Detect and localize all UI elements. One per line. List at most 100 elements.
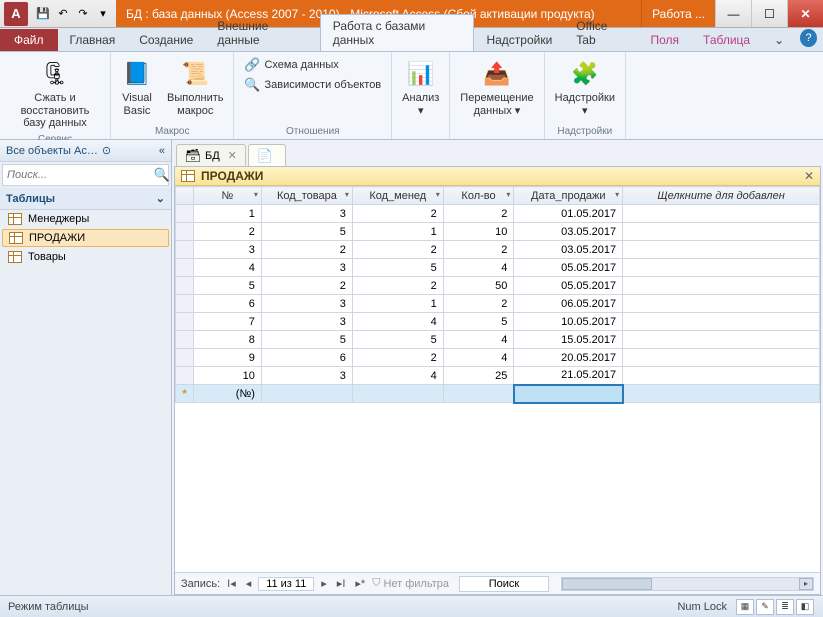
new-row[interactable]: *(№) (176, 385, 820, 403)
layout-view-button[interactable]: ◧ (796, 599, 814, 615)
record-position-input[interactable] (258, 577, 314, 591)
cell[interactable]: 1 (352, 295, 443, 313)
filter-indicator[interactable]: ⛉ Нет фильтра (372, 577, 449, 590)
cell[interactable]: 7 (193, 313, 261, 331)
app-logo[interactable]: A (4, 2, 28, 26)
cell[interactable]: 9 (193, 349, 261, 367)
close-icon[interactable]: ✕ (228, 149, 237, 162)
cell[interactable] (623, 385, 820, 403)
cell[interactable] (352, 385, 443, 403)
cell[interactable]: 4 (193, 259, 261, 277)
help-icon[interactable]: ? (800, 29, 817, 47)
row-selector[interactable] (176, 205, 194, 223)
cell[interactable]: 3 (261, 205, 352, 223)
next-record-button[interactable]: ▸ (318, 577, 330, 590)
cell[interactable]: 2 (261, 277, 352, 295)
cell[interactable]: 03.05.2017 (514, 241, 623, 259)
compact-button[interactable]: 🗜Сжать и восстановитьбазу данных (8, 56, 102, 132)
cell[interactable]: 5 (193, 277, 261, 295)
new-record-button[interactable]: ▸* (352, 577, 368, 590)
cell[interactable]: 3 (193, 241, 261, 259)
cell[interactable] (623, 223, 820, 241)
scroll-thumb[interactable] (562, 578, 652, 590)
addins-button[interactable]: 🧩Надстройки▾ (553, 56, 617, 119)
cell[interactable]: 2 (261, 241, 352, 259)
column-header[interactable]: Код_товара▾ (261, 187, 352, 205)
cell[interactable]: 5 (261, 331, 352, 349)
cell[interactable]: 2 (352, 241, 443, 259)
row-selector[interactable] (176, 223, 194, 241)
cell[interactable]: 4 (443, 349, 514, 367)
cell[interactable] (623, 205, 820, 223)
ribbon-collapse-icon[interactable]: ⌄ (762, 29, 796, 51)
redo-icon[interactable]: ↷ (74, 5, 92, 23)
cell[interactable]: 8 (193, 331, 261, 349)
table-row[interactable]: 322203.05.2017 (176, 241, 820, 259)
cell[interactable]: 50 (443, 277, 514, 295)
schema-button[interactable]: 🔗Схема данных (242, 56, 340, 74)
nav-table-item[interactable]: ПРОДАЖИ (2, 229, 169, 247)
document-tab[interactable]: 🗃БД✕ (176, 144, 246, 167)
cell[interactable]: 4 (443, 259, 514, 277)
chevron-left-icon[interactable]: « (159, 145, 165, 157)
cell[interactable]: 5 (261, 223, 352, 241)
cell[interactable]: 6 (193, 295, 261, 313)
cell[interactable]: 25 (443, 367, 514, 385)
collapse-icon[interactable]: ⌄ (156, 192, 165, 205)
deps-button[interactable]: 🔍Зависимости объектов (242, 76, 383, 94)
row-selector[interactable] (176, 295, 194, 313)
column-dropdown-icon[interactable]: ▾ (254, 190, 258, 199)
save-icon[interactable]: 💾 (34, 5, 52, 23)
cell[interactable]: 3 (261, 259, 352, 277)
design-view-button[interactable]: ✎ (756, 599, 774, 615)
cell[interactable]: 3 (261, 313, 352, 331)
table-row[interactable]: 5225005.05.2017 (176, 277, 820, 295)
maximize-button[interactable]: ☐ (751, 0, 787, 27)
column-dropdown-icon[interactable]: ▾ (506, 190, 510, 199)
cell[interactable]: 05.05.2017 (514, 259, 623, 277)
cell[interactable]: 1 (352, 223, 443, 241)
cell[interactable] (261, 385, 352, 403)
nav-table-item[interactable]: Менеджеры (0, 210, 171, 228)
sql-view-button[interactable]: ≣ (776, 599, 794, 615)
cell[interactable] (623, 241, 820, 259)
table-row[interactable]: 435405.05.2017 (176, 259, 820, 277)
cell[interactable]: 10 (193, 367, 261, 385)
cell[interactable]: 2 (193, 223, 261, 241)
column-header[interactable]: Код_менед▾ (352, 187, 443, 205)
cell[interactable] (623, 349, 820, 367)
qat-dropdown-icon[interactable]: ▾ (94, 5, 112, 23)
cell[interactable]: 2 (443, 295, 514, 313)
cell[interactable]: 2 (443, 205, 514, 223)
cell[interactable]: 1 (193, 205, 261, 223)
cell[interactable]: 5 (443, 313, 514, 331)
column-dropdown-icon[interactable]: ▾ (615, 190, 619, 199)
table-row[interactable]: 631206.05.2017 (176, 295, 820, 313)
select-all-cell[interactable] (176, 187, 194, 205)
cell[interactable]: 03.05.2017 (514, 223, 623, 241)
cell[interactable] (443, 385, 514, 403)
cell[interactable] (623, 295, 820, 313)
cell[interactable]: 21.05.2017 (514, 367, 623, 385)
ribbon-tab[interactable]: Надстройки (474, 29, 564, 51)
horizontal-scrollbar[interactable]: ◂ ▸ (561, 577, 814, 591)
column-header[interactable]: №▾ (193, 187, 261, 205)
search-icon[interactable]: 🔍 (154, 167, 170, 183)
scroll-right-icon[interactable]: ▸ (799, 578, 813, 590)
prev-record-button[interactable]: ◂ (243, 577, 255, 590)
cell[interactable]: 01.05.2017 (514, 205, 623, 223)
vb-button[interactable]: 📘VisualBasic (119, 56, 155, 119)
cell[interactable]: 06.05.2017 (514, 295, 623, 313)
document-tab[interactable]: 📄 (248, 144, 286, 167)
cell[interactable]: 10 (443, 223, 514, 241)
nav-table-item[interactable]: Товары (0, 248, 171, 266)
cell[interactable]: 10.05.2017 (514, 313, 623, 331)
ribbon-context-tab[interactable]: Поля (638, 29, 691, 51)
close-icon[interactable]: ✕ (804, 169, 814, 183)
cell[interactable] (623, 259, 820, 277)
cell[interactable]: 4 (352, 313, 443, 331)
close-button[interactable]: ✕ (787, 0, 823, 27)
table-row[interactable]: 132201.05.2017 (176, 205, 820, 223)
macro-button[interactable]: 📜Выполнитьмакрос (165, 56, 225, 119)
row-selector[interactable] (176, 331, 194, 349)
